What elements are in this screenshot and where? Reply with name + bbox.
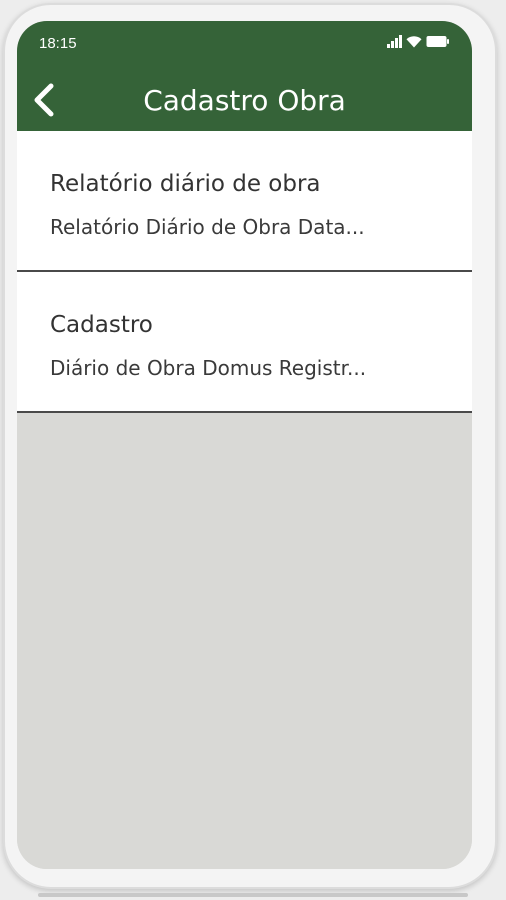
page-title: Cadastro Obra <box>143 84 346 117</box>
list-item-relatorio[interactable]: Relatório diário de obra Relatório Diári… <box>17 131 472 272</box>
nav-row: Cadastro Obra <box>17 76 472 126</box>
app-header: 18:15 Cadastro Obra <box>17 21 472 131</box>
signal-icon <box>387 35 402 48</box>
battery-icon <box>426 35 450 48</box>
menu-list: Relatório diário de obra Relatório Diári… <box>17 131 472 413</box>
empty-content-area <box>17 413 472 869</box>
list-item-subtitle: Relatório Diário de Obra Data... <box>50 215 365 239</box>
status-bar: 18:15 <box>17 21 472 61</box>
status-time: 18:15 <box>39 35 77 52</box>
wifi-icon <box>406 35 422 48</box>
list-item-subtitle: Diário de Obra Domus Registr... <box>50 356 367 380</box>
page: 18:15 Cadastro Obra Relatório diário de … <box>0 0 506 900</box>
status-icons <box>387 34 450 48</box>
phone-bottom-edge <box>38 893 468 897</box>
list-item-title: Relatório diário de obra <box>50 171 321 197</box>
list-item-title: Cadastro <box>50 312 153 338</box>
list-item-cadastro[interactable]: Cadastro Diário de Obra Domus Registr... <box>17 272 472 413</box>
phone-screen: 18:15 Cadastro Obra Relatório diário de … <box>17 21 472 869</box>
